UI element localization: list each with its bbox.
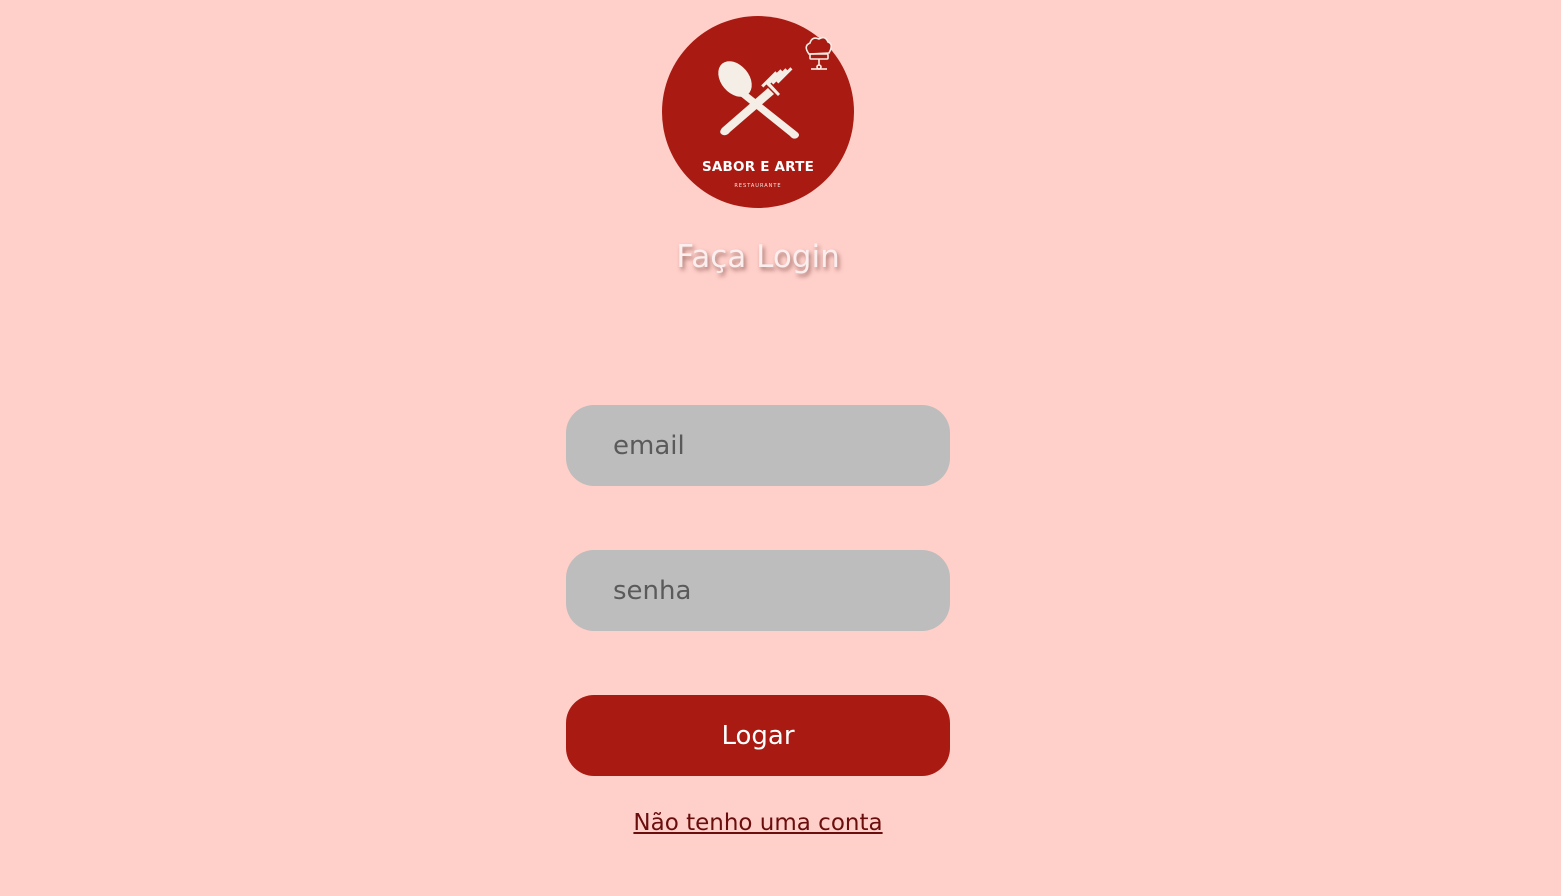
logo-name: SABOR E ARTE [701, 159, 815, 175]
login-button[interactable]: Logar [566, 695, 950, 776]
logo-graphic [718, 36, 833, 139]
logo-subtitle: RESTAURANTE [734, 183, 782, 189]
chef-hat-icon [805, 36, 833, 70]
signup-link[interactable]: Não tenho uma conta [560, 810, 956, 836]
password-field[interactable] [566, 550, 950, 631]
page-title: Faça Login [676, 239, 840, 275]
restaurant-logo: SABOR E ARTE RESTAURANTE [662, 16, 854, 208]
email-field[interactable] [566, 405, 950, 486]
login-page: SABOR E ARTE RESTAURANTE Faça Login Loga… [0, 0, 1561, 896]
